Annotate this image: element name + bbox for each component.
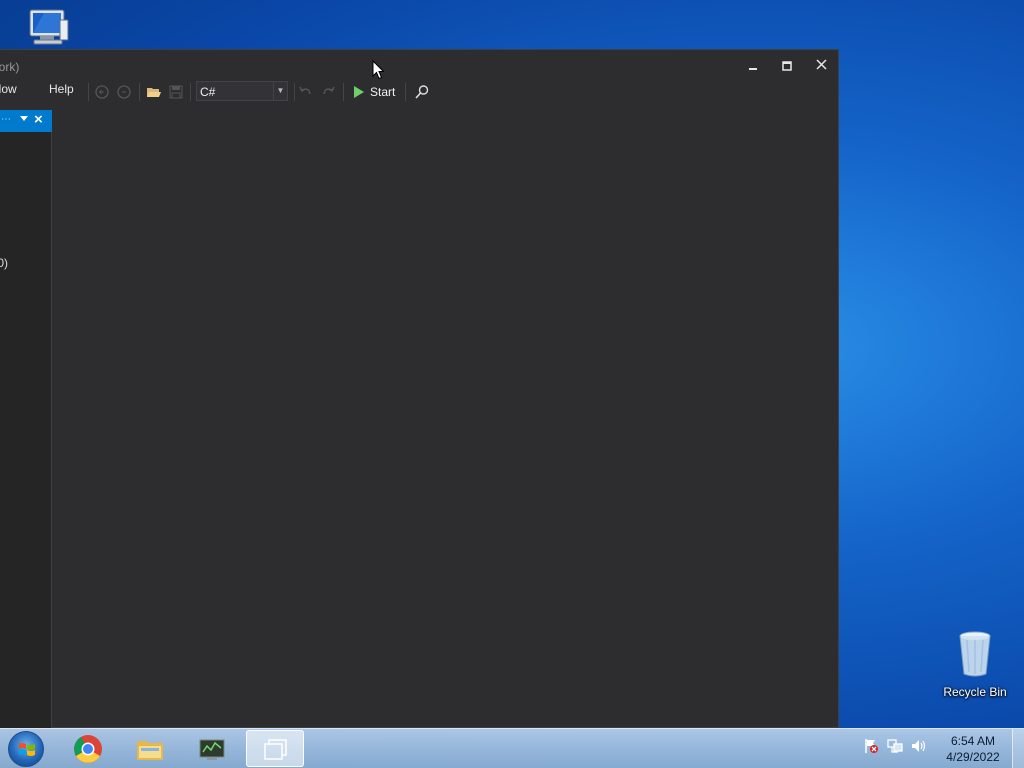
taskbar-window-button[interactable] <box>246 730 304 767</box>
app-icon <box>199 739 225 760</box>
toolbar-separator <box>139 83 140 101</box>
navigate-back-icon[interactable] <box>94 84 110 100</box>
action-center-flag-icon[interactable] <box>862 737 880 755</box>
window-icon <box>264 739 287 760</box>
panel-close-icon[interactable]: × <box>34 111 43 128</box>
open-folder-icon[interactable] <box>146 84 162 100</box>
network-icon[interactable] <box>886 737 904 755</box>
navigate-forward-icon[interactable] <box>116 84 132 100</box>
chevron-down-icon[interactable] <box>20 116 28 121</box>
clock-date: 4/29/2022 <box>946 750 1000 764</box>
language-select[interactable]: C# ▼ <box>196 81 288 101</box>
toolbar-separator <box>294 83 295 101</box>
show-desktop-button[interactable] <box>1012 729 1024 768</box>
system-tray <box>862 737 928 761</box>
window-title: work) <box>0 60 20 74</box>
save-icon[interactable] <box>168 84 184 100</box>
taskbar-app-button[interactable] <box>184 730 242 767</box>
toolbar-separator <box>343 83 344 101</box>
side-panel-tab[interactable]: ⋯ × <box>0 110 52 132</box>
side-panel-text[interactable]: .0) <box>0 256 8 270</box>
start-menu-button[interactable] <box>8 731 44 767</box>
menu-window[interactable]: ndow <box>0 82 17 96</box>
side-panel: ⋯ × .0) <box>0 110 52 728</box>
redo-icon[interactable] <box>320 84 336 100</box>
undo-icon[interactable] <box>298 84 314 100</box>
toolbar-separator <box>88 83 89 101</box>
app-window[interactable]: work) ndow Help C# ▼ Start ⋯ × <box>0 49 839 728</box>
taskbar: 6:54 AM 4/29/2022 <box>0 728 1024 768</box>
search-icon[interactable] <box>414 84 430 100</box>
toolbar-separator <box>405 83 406 101</box>
language-select-value: C# <box>200 85 216 99</box>
clock-time: 6:54 AM <box>950 734 996 748</box>
taskbar-chrome-button[interactable] <box>60 730 118 767</box>
mouse-cursor-icon <box>372 60 384 80</box>
volume-icon[interactable] <box>910 737 928 755</box>
close-button[interactable] <box>804 54 838 76</box>
editor-area[interactable] <box>53 110 838 727</box>
taskbar-clock[interactable]: 6:54 AM 4/29/2022 <box>938 733 1008 765</box>
taskbar-explorer-button[interactable] <box>122 730 180 767</box>
maximize-button[interactable] <box>770 54 804 76</box>
chrome-icon <box>74 735 102 763</box>
start-button[interactable]: Start <box>350 82 395 102</box>
maximize-icon <box>782 61 792 72</box>
close-icon <box>815 59 827 70</box>
minimize-icon <box>749 68 757 71</box>
toolbar-separator <box>190 83 191 101</box>
recycle-bin-desktop-icon[interactable]: Recycle Bin <box>935 630 1015 699</box>
computer-icon <box>29 9 69 45</box>
play-icon <box>354 86 364 98</box>
menu-help[interactable]: Help <box>49 82 74 96</box>
windows-logo-icon <box>19 743 35 756</box>
explorer-icon <box>137 741 163 760</box>
start-button-label: Start <box>370 85 396 99</box>
chevron-down-icon[interactable]: ▼ <box>273 82 287 100</box>
title-bar[interactable]: work) <box>0 50 838 80</box>
computer-desktop-icon[interactable] <box>8 8 88 53</box>
more-icon: ⋯ <box>1 114 11 125</box>
recycle-bin-icon <box>959 631 991 677</box>
recycle-bin-label: Recycle Bin <box>943 685 1007 699</box>
minimize-button[interactable] <box>736 54 770 76</box>
